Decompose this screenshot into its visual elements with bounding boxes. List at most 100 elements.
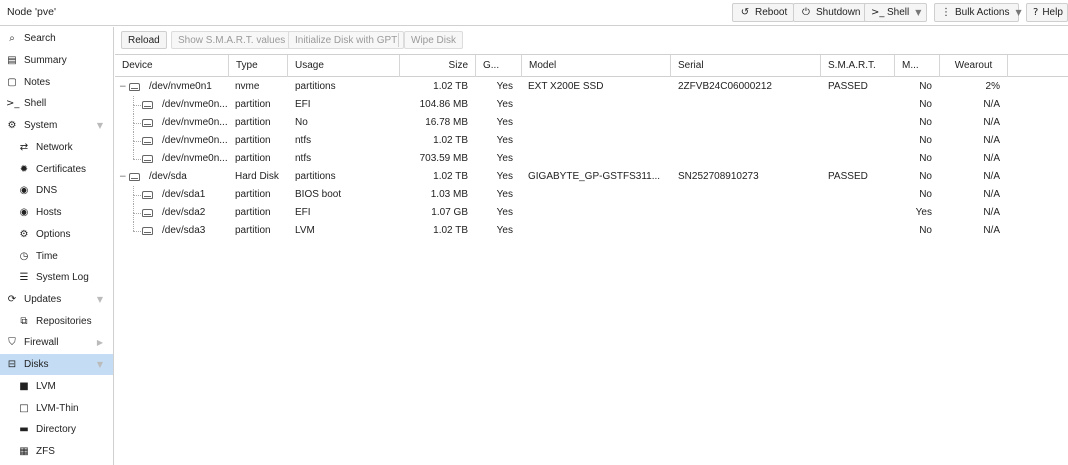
sidebar-item-notes[interactable]: ▢ Notes <box>0 72 113 93</box>
sidebar-item-network[interactable]: ⇄ Network <box>0 137 113 158</box>
sidebar-item-updates[interactable]: ⟳ Updates ▼ <box>0 289 113 310</box>
smart-cell <box>828 132 890 150</box>
device-cell: /dev/sda1 <box>162 189 206 200</box>
reload-button[interactable]: Reload <box>121 31 167 49</box>
sidebar-item-dns[interactable]: ◉ DNS <box>0 180 113 201</box>
table-row[interactable]: − /dev/nvme0n1 nvme partitions 1.02 TB Yes EXT… <box>115 78 1068 96</box>
device-cell: /dev/nvme0n... <box>162 153 228 164</box>
table-row[interactable]: /dev/nvme0n... partition ntfs 1.02 TB Yes No N… <box>115 132 1068 150</box>
sidebar-item-options[interactable]: ⚙ Options <box>0 224 113 245</box>
size-cell: 1.03 MB <box>430 189 468 200</box>
wearout-cell: N/A <box>983 135 1000 146</box>
smart-cell <box>828 114 890 132</box>
help-label: Help <box>1042 7 1063 18</box>
usage-cell: partitions <box>295 81 336 92</box>
book-icon: ▤ <box>7 55 17 66</box>
sidebar-item-label: Firewall <box>24 337 59 348</box>
wipe-disk-button[interactable]: Wipe Disk <box>404 31 464 49</box>
column-header-mounted[interactable]: M... <box>895 55 940 77</box>
serial-cell <box>678 150 818 168</box>
column-header-device[interactable]: Device <box>115 55 229 77</box>
sidebar-item-system-log[interactable]: ☰ System Log <box>0 267 113 288</box>
column-header-model[interactable]: Model <box>522 55 671 77</box>
chevron-down-icon: ▼ <box>96 360 103 369</box>
table-row[interactable]: /dev/sda3 partition LVM 1.02 TB Yes No N/A <box>115 222 1068 240</box>
column-header-smart[interactable]: S.M.A.R.T. <box>821 55 895 77</box>
size-cell: 703.59 MB <box>419 153 468 164</box>
smart-cell <box>828 204 890 222</box>
column-header-size[interactable]: Size <box>400 55 476 77</box>
size-cell: 1.02 TB <box>433 171 468 182</box>
globe-icon: ◉ <box>19 185 29 196</box>
table-row[interactable]: /dev/sda1 partition BIOS boot 1.03 MB Yes No N… <box>115 186 1068 204</box>
column-header-type[interactable]: Type <box>229 55 288 77</box>
type-cell: partition <box>235 189 271 200</box>
model-cell: EXT X200E SSD <box>528 81 604 92</box>
collapse-icon[interactable]: − <box>119 172 127 182</box>
sidebar-item-directory[interactable]: ▬ Directory <box>0 419 113 440</box>
table-row[interactable]: /dev/nvme0n... partition No 16.78 MB Yes No N/… <box>115 114 1068 132</box>
node-sidebar: ⌕ Search ▤ Summary ▢ Notes >_ Shell ⚙ Sy… <box>0 27 114 465</box>
files-icon: ⧉ <box>20 316 28 327</box>
smart-cell <box>828 96 890 114</box>
shell-button[interactable]: >_ Shell ▼ <box>864 3 927 22</box>
table-row[interactable]: − /dev/sda Hard Disk partitions 1.02 TB Yes GI… <box>115 168 1068 186</box>
sidebar-item-label: Search <box>24 33 56 44</box>
sidebar-item-lvm-thin[interactable]: □ LVM-Thin <box>0 398 113 419</box>
gpt-cell: Yes <box>496 225 513 236</box>
sidebar-item-time[interactable]: ◷ Time <box>0 246 113 267</box>
sidebar-item-summary[interactable]: ▤ Summary <box>0 50 113 71</box>
table-row[interactable]: /dev/sda2 partition EFI 1.07 GB Yes Yes N/A <box>115 204 1068 222</box>
sidebar-item-label: Network <box>36 142 73 153</box>
bulk-actions-button[interactable]: ⋮ Bulk Actions ▼ <box>934 3 1022 22</box>
model-cell <box>528 96 666 114</box>
mounted-cell: No <box>919 99 932 110</box>
column-header-usage[interactable]: Usage <box>288 55 400 77</box>
usage-cell: ntfs <box>295 135 312 146</box>
sidebar-item-hosts[interactable]: ◉ Hosts <box>0 202 113 223</box>
column-header-wearout[interactable]: Wearout <box>940 55 1008 77</box>
power-icon: ⏻ <box>802 7 810 18</box>
table-row[interactable]: /dev/nvme0n... partition ntfs 703.59 MB Yes N… <box>115 150 1068 168</box>
show-smart-button[interactable]: Show S.M.A.R.T. values <box>171 31 293 49</box>
sidebar-item-zfs[interactable]: ▦ ZFS <box>0 441 113 462</box>
certificate-icon: ✹ <box>19 164 29 175</box>
sidebar-item-label: Directory <box>36 424 77 435</box>
hdd-icon <box>142 209 153 217</box>
serial-cell <box>678 132 818 150</box>
sidebar-item-system[interactable]: ⚙ System ▼ <box>0 115 113 136</box>
mounted-cell: No <box>919 81 932 92</box>
sidebar-item-label: DNS <box>36 185 58 196</box>
help-button[interactable]: ? Help <box>1026 3 1068 22</box>
column-header-serial[interactable]: Serial <box>671 55 821 77</box>
shutdown-button[interactable]: ⏻ Shutdown <box>793 3 868 22</box>
shutdown-label: Shutdown <box>816 7 861 18</box>
tree-line <box>133 105 134 114</box>
model-cell <box>528 204 666 222</box>
reboot-label: Reboot <box>755 7 788 18</box>
sidebar-item-shell[interactable]: >_ Shell <box>0 93 113 114</box>
collapse-icon[interactable]: − <box>119 82 127 92</box>
sidebar-item-label: Notes <box>24 77 51 88</box>
sidebar-item-repositories[interactable]: ⧉ Repositories <box>0 311 113 332</box>
sidebar-item-label: LVM <box>36 381 56 392</box>
model-cell <box>528 132 666 150</box>
column-header-gpt[interactable]: G... <box>476 55 522 77</box>
size-cell: 104.86 MB <box>419 99 468 110</box>
model-cell <box>528 186 666 204</box>
sidebar-item-label: Hosts <box>36 207 62 218</box>
sidebar-item-search[interactable]: ⌕ Search <box>0 28 113 49</box>
reboot-icon: ↺ <box>740 7 750 18</box>
reboot-button[interactable]: ↺ Reboot <box>732 3 795 22</box>
tree-line <box>133 123 141 124</box>
wearout-cell: N/A <box>983 171 1000 182</box>
sidebar-item-firewall[interactable]: ⛉ Firewall ▶ <box>0 332 113 353</box>
sidebar-item-disks[interactable]: ⊟ Disks ▼ <box>0 354 113 375</box>
list-icon: ☰ <box>19 272 29 283</box>
initialize-gpt-button[interactable]: Initialize Disk with GPT <box>288 31 405 49</box>
table-row[interactable]: /dev/nvme0n... partition EFI 104.86 MB Yes No… <box>115 96 1068 114</box>
wearout-cell: 2% <box>985 81 1000 92</box>
sidebar-item-lvm[interactable]: ■ LVM <box>0 376 113 397</box>
sidebar-item-certificates[interactable]: ✹ Certificates <box>0 159 113 180</box>
smart-cell: PASSED <box>828 81 868 92</box>
